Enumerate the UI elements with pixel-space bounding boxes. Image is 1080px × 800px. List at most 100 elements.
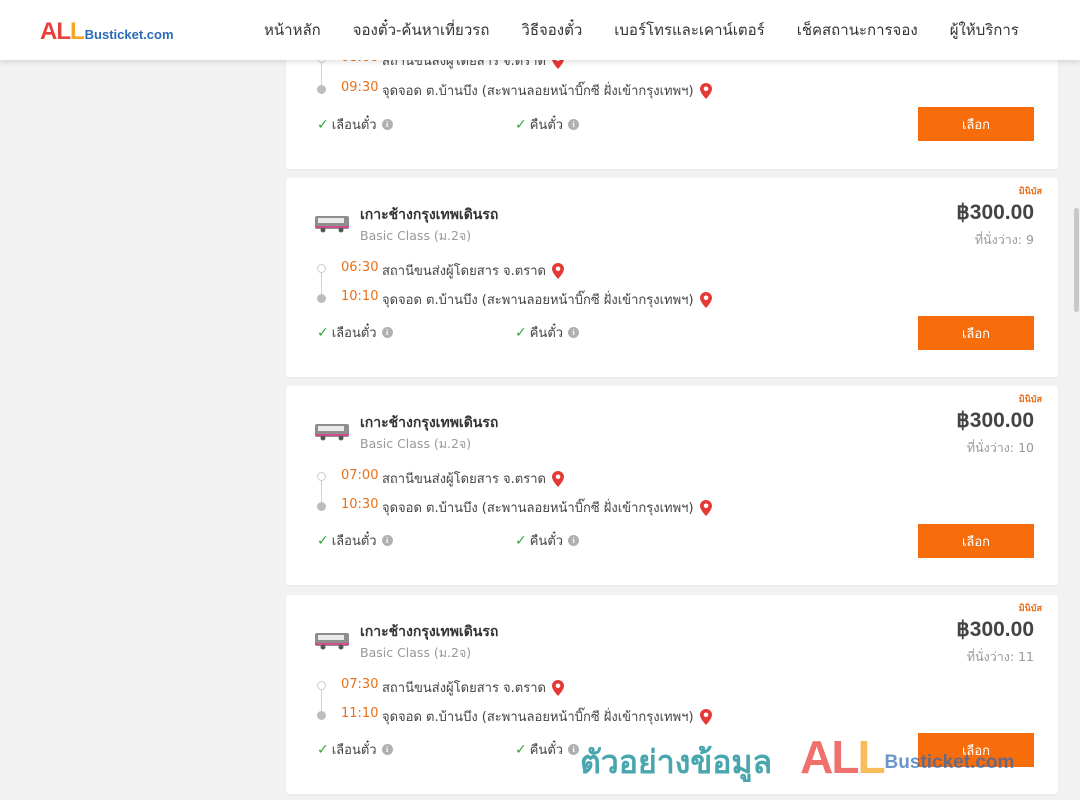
depart-time: 07:30	[341, 677, 379, 692]
bus-class: Basic Class (ม.2จ)	[360, 228, 472, 243]
map-pin-icon[interactable]	[699, 291, 712, 308]
check-icon: ✓	[317, 116, 329, 133]
depart-place-text: สถานีขนส่งผู้โดยสาร จ.ตราด	[382, 472, 546, 487]
trip-card: มินิบัส เกาะช้างกรุงเทพเดินรถ Basic Clas…	[286, 386, 1058, 585]
logo-text: Busticket.com	[84, 27, 174, 42]
arrive-time: 10:10	[341, 289, 379, 304]
bus-icon	[315, 424, 349, 441]
map-pin-icon[interactable]	[551, 679, 564, 696]
check-icon: ✓	[515, 116, 527, 133]
depart-place: สถานีขนส่งผู้โดยสาร จ.ตราด	[382, 677, 564, 698]
arrive-time: 10:30	[341, 497, 379, 512]
check-icon: ✓	[317, 741, 329, 758]
feature-label: คืนตั๋ว	[529, 326, 564, 341]
check-icon: ✓	[515, 532, 527, 549]
feature-label: เลือนตั๋ว	[331, 534, 377, 549]
top-header: ALL Busticket.com หน้าหลัก จองตั๋ว-ค้นหา…	[0, 0, 1080, 60]
feature-refund-ticket: ✓ คืนตั๋ว i	[515, 530, 580, 551]
map-pin-icon[interactable]	[699, 499, 712, 516]
nav-home[interactable]: หน้าหลัก	[248, 18, 337, 42]
ticket-price: ฿300.00	[956, 409, 1034, 432]
arrive-time: 09:30	[341, 80, 379, 95]
arrive-place-text: จุดจอด ต.บ้านบึง (สะพานลอยหน้าบิ๊กซี ฝั่…	[382, 710, 694, 725]
feature-change-ticket: ✓ เลือนตั๋ว i	[317, 322, 393, 343]
minibus-badge: มินิบัส	[1018, 395, 1042, 405]
arrive-place-text: จุดจอด ต.บ้านบึง (สะพานลอยหน้าบิ๊กซี ฝั่…	[382, 293, 694, 308]
depart-dot	[317, 681, 326, 690]
select-button[interactable]: เลือก	[918, 316, 1034, 350]
arrive-dot	[317, 85, 326, 94]
seats-available: ที่นั่งว่าง: 10	[966, 440, 1034, 455]
select-button[interactable]: เลือก	[918, 733, 1034, 767]
ticket-price: ฿300.00	[956, 201, 1034, 224]
seats-available: ที่นั่งว่าง: 11	[966, 649, 1034, 664]
feature-change-ticket: ✓ เลือนตั๋ว i	[317, 739, 393, 760]
feature-label: เลือนตั๋ว	[331, 326, 377, 341]
depart-place-text: สถานีขนส่งผู้โดยสาร จ.ตราด	[382, 264, 546, 279]
trip-card: มินิบัส เกาะช้างกรุงเทพเดินรถ Basic Clas…	[286, 595, 1058, 794]
site-logo[interactable]: ALL Busticket.com	[40, 18, 174, 46]
nav-providers[interactable]: ผู้ให้บริการ	[934, 18, 1035, 42]
map-pin-icon[interactable]	[699, 82, 712, 99]
feature-label: เลือนตั๋ว	[331, 118, 377, 133]
feature-label: คืนตั๋ว	[529, 534, 564, 549]
arrive-dot	[317, 711, 326, 720]
arrive-place: จุดจอด ต.บ้านบึง (สะพานลอยหน้าบิ๊กซี ฝั่…	[382, 497, 712, 518]
info-icon[interactable]: i	[568, 327, 580, 338]
info-icon[interactable]: i	[381, 327, 393, 338]
logo-all-mark: ALL	[40, 18, 85, 45]
feature-label: เลือนตั๋ว	[331, 743, 377, 758]
depart-time: 07:00	[341, 468, 379, 483]
feature-label: คืนตั๋ว	[529, 118, 564, 133]
arrive-place-text: จุดจอด ต.บ้านบึง (สะพานลอยหน้าบิ๊กซี ฝั่…	[382, 84, 694, 99]
arrive-time: 11:10	[341, 706, 379, 721]
info-icon[interactable]: i	[381, 119, 393, 130]
arrive-dot	[317, 294, 326, 303]
check-icon: ✓	[515, 324, 527, 341]
arrive-place-text: จุดจอด ต.บ้านบึง (สะพานลอยหน้าบิ๊กซี ฝั่…	[382, 501, 694, 516]
select-button[interactable]: เลือก	[918, 524, 1034, 558]
depart-dot	[317, 264, 326, 273]
trip-card: มินิบัส เกาะช้างกรุงเทพเดินรถ Basic Clas…	[286, 178, 1058, 377]
minibus-badge: มินิบัส	[1018, 604, 1042, 614]
nav-booking-search[interactable]: จองตั๋ว-ค้นหาเที่ยวรถ	[337, 18, 506, 42]
check-icon: ✓	[317, 532, 329, 549]
map-pin-icon[interactable]	[551, 262, 564, 279]
feature-label: คืนตั๋ว	[529, 743, 564, 758]
feature-refund-ticket: ✓ คืนตั๋ว i	[515, 322, 580, 343]
scrollbar-thumb[interactable]	[1074, 208, 1079, 312]
operator-name: เกาะช้างกรุงเทพเดินรถ	[360, 624, 499, 640]
nav-phone-counter[interactable]: เบอร์โทรและเคาน์เตอร์	[598, 18, 780, 42]
operator-name: เกาะช้างกรุงเทพเดินรถ	[360, 207, 499, 223]
info-icon[interactable]: i	[381, 744, 393, 755]
select-button[interactable]: เลือก	[918, 107, 1034, 141]
nav-how-to-book[interactable]: วิธีจองตั๋ว	[505, 18, 598, 42]
operator-name: เกาะช้างกรุงเทพเดินรถ	[360, 415, 499, 431]
feature-refund-ticket: ✓ คืนตั๋ว i	[515, 739, 580, 760]
feature-refund-ticket: ✓ คืนตั๋ว i	[515, 114, 580, 135]
map-pin-icon[interactable]	[699, 708, 712, 725]
arrive-place: จุดจอด ต.บ้านบึง (สะพานลอยหน้าบิ๊กซี ฝั่…	[382, 706, 712, 727]
check-icon: ✓	[317, 324, 329, 341]
bus-icon	[315, 633, 349, 650]
feature-change-ticket: ✓ เลือนตั๋ว i	[317, 114, 393, 135]
info-icon[interactable]: i	[568, 119, 580, 130]
main-nav: หน้าหลัก จองตั๋ว-ค้นหาเที่ยวรถ วิธีจองตั…	[248, 0, 1035, 60]
minibus-badge: มินิบัส	[1018, 187, 1042, 197]
ticket-price: ฿300.00	[956, 618, 1034, 641]
depart-time: 06:30	[341, 260, 379, 275]
seats-available: ที่นั่งว่าง: 9	[974, 232, 1034, 247]
depart-place: สถานีขนส่งผู้โดยสาร จ.ตราด	[382, 260, 564, 281]
info-icon[interactable]: i	[568, 535, 580, 546]
bus-class: Basic Class (ม.2จ)	[360, 645, 472, 660]
bus-icon	[315, 216, 349, 233]
depart-place: สถานีขนส่งผู้โดยสาร จ.ตราด	[382, 468, 564, 489]
arrive-place: จุดจอด ต.บ้านบึง (สะพานลอยหน้าบิ๊กซี ฝั่…	[382, 289, 712, 310]
nav-check-status[interactable]: เช็คสถานะการจอง	[781, 18, 934, 42]
info-icon[interactable]: i	[381, 535, 393, 546]
depart-place-text: สถานีขนส่งผู้โดยสาร จ.ตราด	[382, 681, 546, 696]
depart-dot	[317, 472, 326, 481]
map-pin-icon[interactable]	[551, 470, 564, 487]
info-icon[interactable]: i	[568, 744, 580, 755]
page-scrollbar[interactable]	[1072, 60, 1080, 800]
